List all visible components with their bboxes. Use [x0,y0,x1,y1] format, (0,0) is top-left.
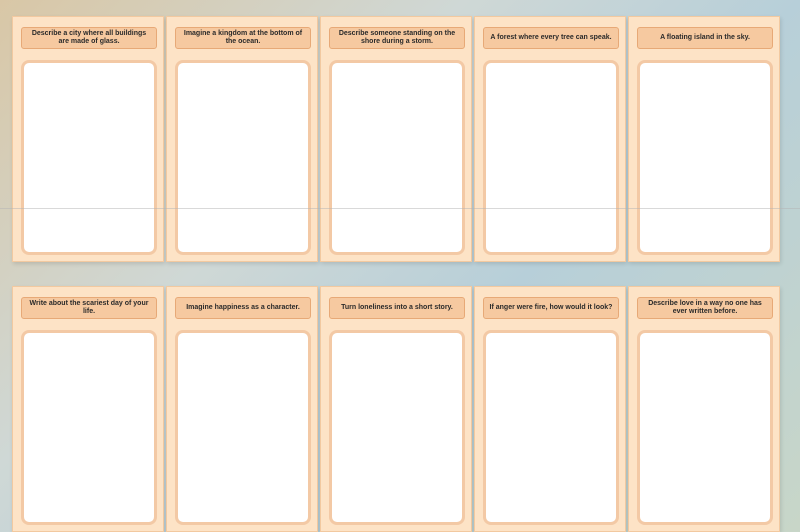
prompt-label: Describe love in a way no one has ever w… [637,297,773,319]
writing-box [175,60,311,255]
writing-box [637,330,773,525]
writing-box [637,60,773,255]
prompt-label: Describe someone standing on the shore d… [329,27,465,49]
writing-box [329,60,465,255]
writing-box [483,60,619,255]
writing-box [21,60,157,255]
prompt-card: A forest where every tree can speak. [474,16,626,262]
worksheet-bottom: Write about the scariest day of your lif… [0,270,800,532]
prompt-card: If anger were fire, how would it look? [474,286,626,532]
worksheet-top: Describe a city where all buildings are … [0,0,800,262]
prompt-card: Describe someone standing on the shore d… [320,16,472,262]
writing-box [483,330,619,525]
prompt-label: A forest where every tree can speak. [483,27,619,49]
prompt-label: A floating island in the sky. [637,27,773,49]
prompt-label: Imagine happiness as a character. [175,297,311,319]
prompt-label: If anger were fire, how would it look? [483,297,619,319]
prompt-card: Describe a city where all buildings are … [12,16,164,262]
writing-box [329,330,465,525]
prompt-card: Write about the scariest day of your lif… [12,286,164,532]
prompt-label: Imagine a kingdom at the bottom of the o… [175,27,311,49]
prompt-card: Turn loneliness into a short story. [320,286,472,532]
prompt-card: Describe love in a way no one has ever w… [628,286,780,532]
prompt-label: Turn loneliness into a short story. [329,297,465,319]
writing-box [175,330,311,525]
prompt-card: A floating island in the sky. [628,16,780,262]
writing-box [21,330,157,525]
divider-line [0,208,800,209]
prompt-label: Describe a city where all buildings are … [21,27,157,49]
prompt-card: Imagine a kingdom at the bottom of the o… [166,16,318,262]
prompt-card: Imagine happiness as a character. [166,286,318,532]
prompt-label: Write about the scariest day of your lif… [21,297,157,319]
